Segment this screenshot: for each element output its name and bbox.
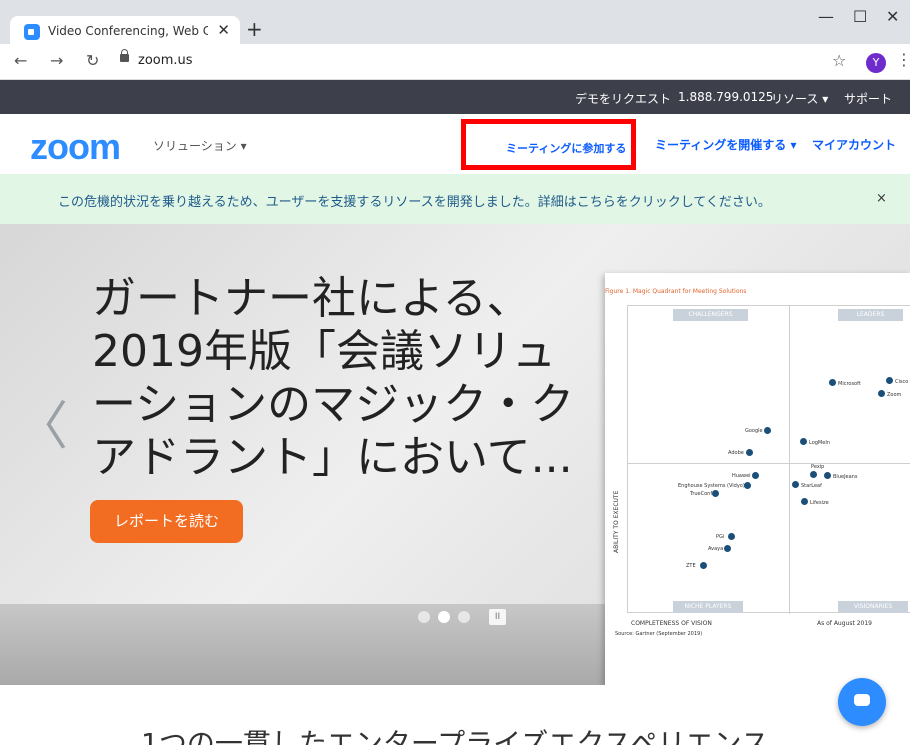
minimize-icon[interactable]: — <box>818 7 834 26</box>
hero-title-line: 2019年版「会議ソリュ <box>92 326 556 377</box>
grid-divider <box>628 463 910 464</box>
zoom-logo[interactable]: zoom <box>30 126 121 168</box>
x-axis-label: COMPLETENESS OF VISION <box>631 620 712 627</box>
vendor-dot <box>824 472 831 479</box>
my-account-link[interactable]: マイアカウント <box>812 136 896 153</box>
lock-icon <box>120 49 129 62</box>
vendor-label: Avaya <box>708 546 724 552</box>
section-heading: 1つの一貫したエンタープライズエクスペリエンス <box>141 727 769 745</box>
phone-link[interactable]: 1.888.799.0125 <box>678 90 773 104</box>
vendor-label: Microsoft <box>838 381 861 387</box>
vendor-dot <box>744 482 751 489</box>
banner-link[interactable]: この危機的状況を乗り越えるため、ユーザーを支援するリソースを開発しました。詳細は… <box>58 191 771 210</box>
quadrant-label-niche: NICHE PLAYERS <box>673 601 743 613</box>
browser-tab-bar: Video Conferencing, Web Confer ✕ + — ☐ ✕ <box>0 0 910 46</box>
vendor-label: Google <box>745 428 763 434</box>
hero-title-line: ガートナー社による、 <box>92 273 531 324</box>
quadrant-label-leaders: LEADERS <box>838 309 903 321</box>
vendor-label: Cisco <box>895 379 909 385</box>
source-label: Source: Gartner (September 2019) <box>615 631 703 637</box>
vendor-dot <box>752 472 759 479</box>
hero-title: ガートナー社による、 2019年版「会議ソリュ ーションのマジック・ク アドラン… <box>92 272 592 484</box>
vendor-label: BlueJeans <box>833 474 858 480</box>
vendor-label: TrueConf <box>690 491 713 497</box>
back-icon[interactable]: ← <box>14 51 27 70</box>
hero-title-line: アドラント」において... <box>92 432 573 483</box>
menu-dots-icon[interactable]: ⋮ <box>896 50 910 69</box>
vendor-label: ZTE <box>686 563 696 569</box>
chat-bubble-icon[interactable] <box>838 678 886 726</box>
carousel-dot[interactable] <box>418 611 430 623</box>
quadrant-grid: CHALLENGERS LEADERS NICHE PLAYERS VISION… <box>627 305 910 614</box>
vendor-label: StarLeaf <box>801 483 822 489</box>
request-demo-link[interactable]: デモをリクエスト <box>575 90 671 107</box>
vendor-dot <box>712 490 719 497</box>
vendor-label: Zoom <box>887 392 902 398</box>
vendor-label: Lifesize <box>810 500 829 506</box>
vendor-label: PGi <box>716 534 725 540</box>
reload-icon[interactable]: ↻ <box>86 51 99 70</box>
vendor-dot <box>792 481 799 488</box>
figure-title: Figure 1. Magic Quadrant for Meeting Sol… <box>605 288 747 295</box>
vendor-dot <box>800 438 807 445</box>
join-meeting-link[interactable]: ミーティングに参加する <box>506 140 626 156</box>
carousel-dot[interactable] <box>458 611 470 623</box>
quadrant-label-challengers: CHALLENGERS <box>673 309 748 321</box>
vendor-dot <box>700 562 707 569</box>
y-axis-label: ABILITY TO EXECUTE <box>613 490 620 553</box>
hero-title-line: ーションのマジック・ク <box>92 379 575 430</box>
quadrant-label-visionaries: VISIONARIES <box>838 601 908 613</box>
forward-icon[interactable]: → <box>50 51 63 70</box>
banner-close-icon[interactable]: × <box>876 191 887 206</box>
vendor-dot <box>878 390 885 397</box>
browser-tab[interactable]: Video Conferencing, Web Confer ✕ <box>10 16 240 46</box>
tab-title: Video Conferencing, Web Confer <box>48 24 208 38</box>
vendor-label: LogMeIn <box>809 440 830 446</box>
profile-avatar[interactable]: Y <box>866 53 886 73</box>
magic-quadrant-figure: Figure 1. Magic Quadrant for Meeting Sol… <box>605 273 910 685</box>
hero-carousel: ガートナー社による、 2019年版「会議ソリュ ーションのマジック・ク アドラン… <box>0 224 910 685</box>
vendor-label: Pexip <box>811 464 825 470</box>
grid-divider <box>789 306 790 614</box>
carousel-prev-icon[interactable]: 〈 <box>16 384 68 459</box>
close-tab-icon[interactable]: ✕ <box>217 21 230 39</box>
main-nav: zoom ソリューション ▾ ミーティングに参加する ミーティングを開催する ▾… <box>0 114 910 174</box>
carousel-pause-button[interactable]: II <box>489 609 506 625</box>
vendor-label: Huawei <box>732 473 751 479</box>
vendor-dot <box>728 533 735 540</box>
maximize-icon[interactable]: ☐ <box>853 7 867 26</box>
vendor-label: Adobe <box>728 450 744 456</box>
join-meeting-link-highlight[interactable]: ミーティングに参加する <box>461 119 636 170</box>
vendor-dot <box>810 471 817 478</box>
zoom-favicon-icon <box>24 24 40 40</box>
support-link[interactable]: サポート <box>844 90 892 107</box>
vendor-label: Enghouse Systems (Vidyo) <box>678 483 745 489</box>
vendor-dot <box>764 427 771 434</box>
vendor-dot <box>886 377 893 384</box>
read-report-button[interactable]: レポートを読む <box>90 500 243 543</box>
resources-menu[interactable]: リソース ▾ <box>771 90 828 107</box>
close-window-icon[interactable]: ✕ <box>886 7 899 26</box>
vendor-dot <box>801 498 808 505</box>
as-of-label: As of August 2019 <box>817 620 873 627</box>
notice-banner: この危機的状況を乗り越えるため、ユーザーを支援するリソースを開発しました。詳細は… <box>0 174 910 224</box>
carousel-dot-active[interactable] <box>438 611 450 623</box>
new-tab-button[interactable]: + <box>246 17 263 41</box>
bookmark-star-icon[interactable]: ☆ <box>832 51 846 70</box>
url-field[interactable]: zoom.us <box>138 53 193 68</box>
utility-nav: デモをリクエスト 1.888.799.0125 リソース ▾ サポート <box>0 80 910 114</box>
vendor-dot <box>829 379 836 386</box>
host-meeting-menu[interactable]: ミーティングを開催する ▾ <box>655 136 796 153</box>
vendor-dot <box>724 545 731 552</box>
address-bar: ← → ↻ zoom.us ☆ Y ⋮ <box>0 44 910 80</box>
solutions-menu[interactable]: ソリューション ▾ <box>153 137 247 154</box>
vendor-dot <box>746 449 753 456</box>
